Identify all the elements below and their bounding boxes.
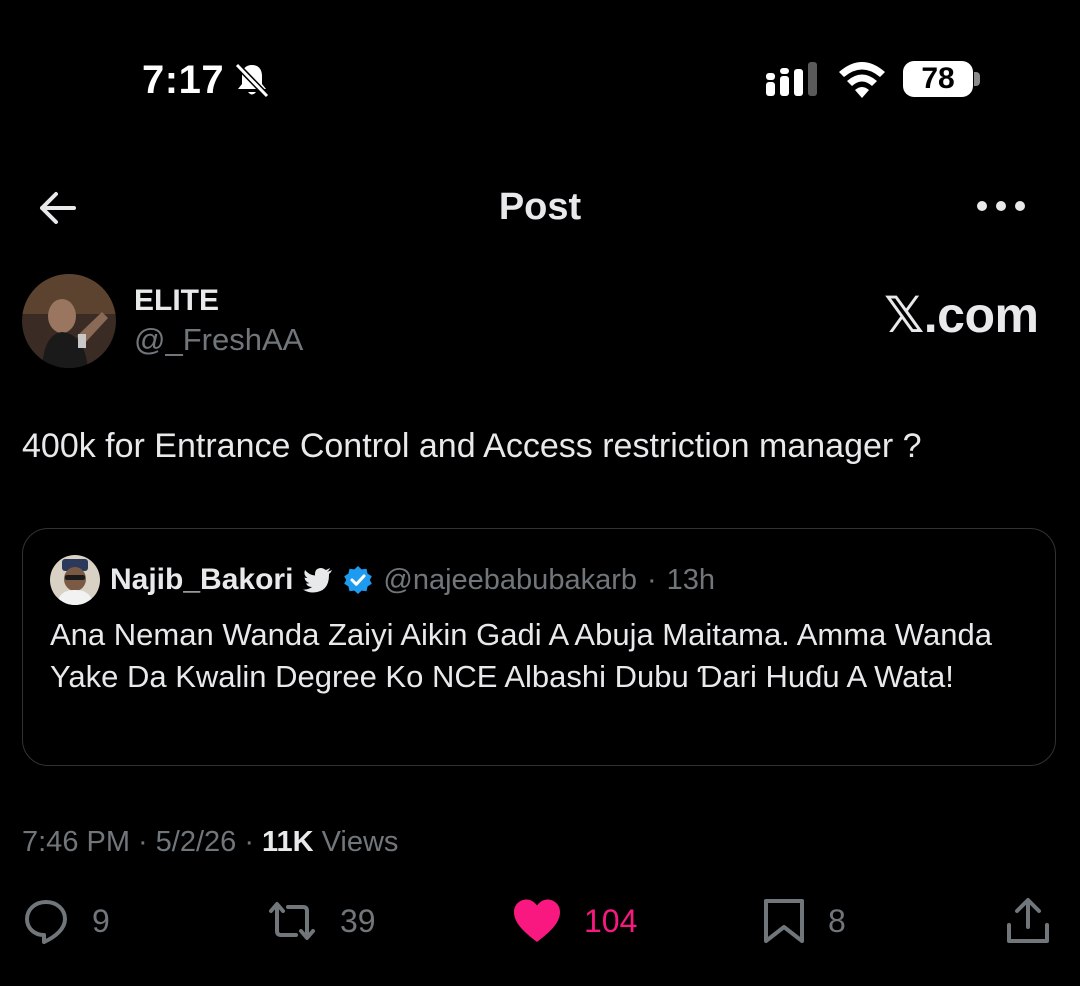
quote-text: Ana Neman Wanda Zaiyi Aikin Gadi A Abuja…	[50, 617, 992, 694]
reply-button[interactable]: 9	[22, 893, 110, 949]
meta-separator-1: ·	[138, 825, 148, 858]
author-name[interactable]: ELITE	[134, 284, 219, 318]
verified-badge-icon	[344, 566, 373, 594]
quote-author-name[interactable]: Najib_Bakori	[110, 563, 293, 597]
battery-cap	[974, 72, 980, 86]
battery-icon: 78	[903, 61, 973, 97]
reply-count: 9	[92, 902, 110, 939]
reply-icon	[25, 900, 67, 944]
post-date: 5/2/26	[155, 825, 237, 858]
post-meta: 7:46 PM · 5/2/26 · 11K Views	[22, 822, 398, 862]
like-count: 104	[584, 902, 638, 939]
repost-icon	[269, 902, 315, 940]
cellular-signal-icon	[766, 62, 817, 96]
author-handle[interactable]: @_FreshAA	[134, 322, 303, 358]
post-time: 7:46 PM	[22, 825, 130, 858]
share-button[interactable]	[1004, 893, 1052, 949]
quote-avatar[interactable]	[50, 555, 100, 605]
like-button[interactable]: 104	[512, 893, 637, 949]
wifi-icon	[839, 62, 885, 98]
views-count[interactable]: 11K	[262, 826, 314, 859]
x-com-watermark: 𝕏.com	[884, 287, 1039, 343]
quote-separator: ·	[647, 563, 657, 596]
bookmark-button[interactable]: 8	[762, 893, 846, 949]
heart-filled-icon	[514, 899, 560, 942]
bookmark-icon	[764, 899, 804, 943]
quote-avatar-photo	[50, 555, 100, 605]
share-icon	[1007, 898, 1049, 943]
views-label: Views	[321, 825, 399, 858]
battery-level: 78	[921, 62, 955, 95]
status-time: 7:17	[142, 58, 225, 102]
bird-icon	[303, 568, 333, 593]
bookmark-count: 8	[828, 902, 846, 939]
bell-slash-icon	[234, 62, 270, 99]
meta-separator-2: ·	[244, 825, 254, 858]
quote-time: 13h	[666, 563, 716, 596]
page-title: Post	[498, 186, 582, 228]
quote-meta: Najib_Bakori @najeebabubakarb · 13h	[110, 560, 715, 600]
quote-author-handle[interactable]: @najeebabubakarb	[383, 564, 637, 597]
avatar[interactable]	[22, 274, 116, 368]
post-text: 400k for Entrance Control and Access res…	[22, 427, 922, 465]
more-horizontal-icon[interactable]	[972, 192, 1030, 220]
avatar-photo	[22, 274, 116, 368]
repost-button[interactable]: 39	[266, 893, 376, 949]
repost-count: 39	[340, 902, 376, 939]
